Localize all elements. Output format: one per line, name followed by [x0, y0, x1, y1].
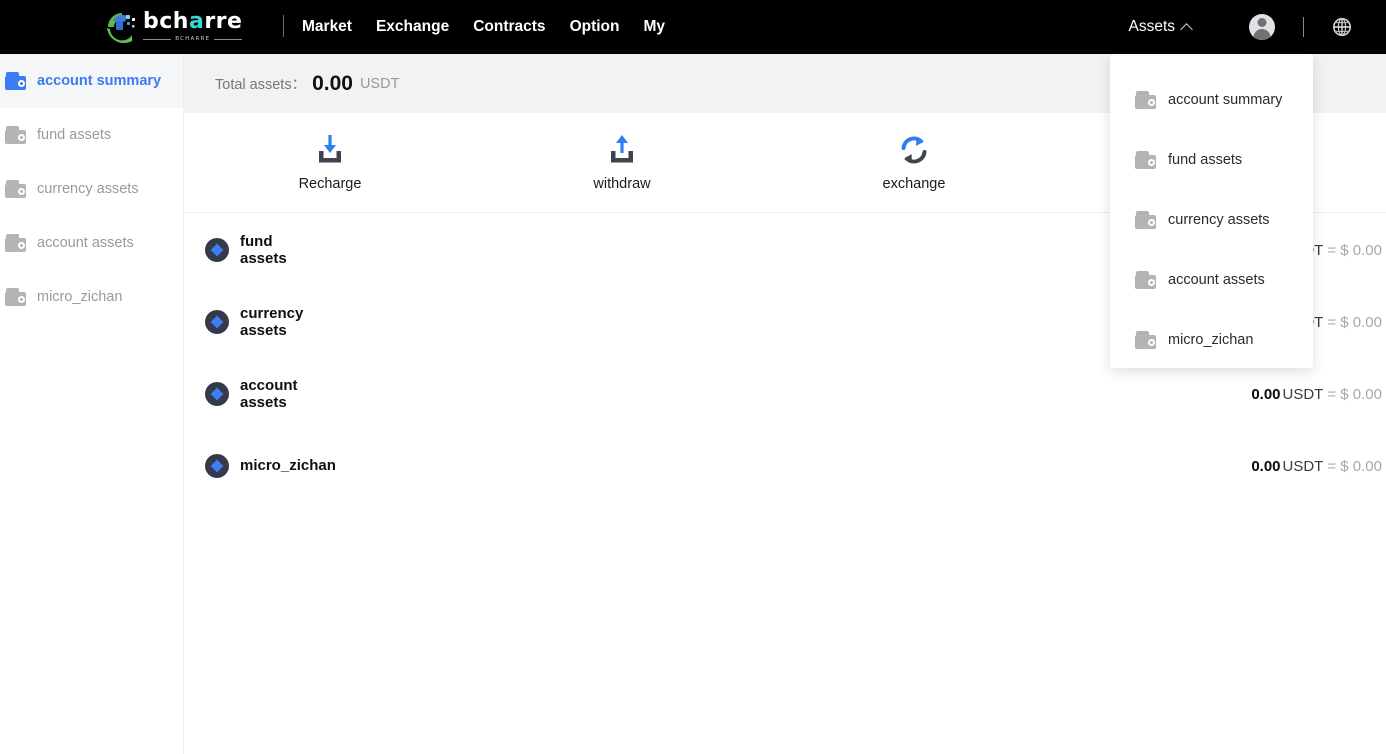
recharge-label: Recharge — [298, 176, 362, 192]
sidebar: account summary fund assets currency ass… — [0, 54, 184, 754]
asset-fiat-value: = $ 0.00 — [1327, 457, 1382, 475]
nav-my[interactable]: My — [644, 18, 666, 36]
avatar-head — [1257, 18, 1267, 27]
sidebar-item-label: account assets — [37, 235, 134, 251]
globe-icon[interactable] — [1332, 17, 1352, 37]
nav-links: Market Exchange Contracts Option My — [302, 0, 665, 54]
exchange-label: exchange — [882, 176, 946, 192]
asset-amount: 0.00 — [1251, 457, 1281, 475]
recharge-button[interactable]: Recharge — [184, 133, 476, 192]
wallet-icon — [1135, 211, 1156, 229]
wallet-icon — [5, 72, 26, 90]
asset-name: micro_zichan — [240, 457, 336, 475]
assets-menu-label: Assets — [1128, 18, 1175, 35]
asset-row-micro-zichan[interactable]: micro_zichan 0.00 USDT = $ 0.00 — [184, 430, 1386, 502]
logo-word-post: rre — [204, 9, 243, 34]
logo-word-pre: bch — [143, 9, 189, 34]
assets-dropdown-menu: account summary fund assets currency ass… — [1110, 54, 1313, 368]
nav-contracts[interactable]: Contracts — [473, 18, 545, 36]
dropdown-item-label: fund assets — [1168, 152, 1243, 168]
sidebar-item-label: micro_zichan — [37, 289, 123, 305]
sidebar-item-fund-assets[interactable]: fund assets — [0, 108, 183, 162]
nav-market[interactable]: Market — [302, 18, 352, 36]
wallet-icon — [1135, 91, 1156, 109]
dropdown-item-label: account assets — [1168, 272, 1265, 288]
asset-name: fund assets — [240, 232, 287, 268]
asset-row-left: account assets — [205, 377, 298, 412]
top-navigation-bar: bcharre BCHARRE Market Exchange Contract… — [0, 0, 1386, 54]
chevron-up-icon — [1180, 22, 1193, 36]
logo-word-accent: a — [188, 9, 205, 34]
wallet-icon — [1135, 151, 1156, 169]
dropdown-item-label: account summary — [1168, 92, 1283, 108]
dropdown-item-account-assets[interactable]: account assets — [1110, 250, 1313, 310]
sidebar-item-label: currency assets — [37, 181, 139, 197]
asset-row-left: fund assets — [205, 233, 314, 268]
dropdown-item-micro-zichan[interactable]: micro_zichan — [1110, 310, 1313, 370]
sidebar-item-label: fund assets — [37, 127, 112, 143]
user-avatar-icon[interactable] — [1249, 14, 1275, 40]
sidebar-item-micro-zichan[interactable]: micro_zichan — [0, 270, 183, 324]
diamond-token-icon — [205, 382, 229, 406]
dropdown-item-label: micro_zichan — [1168, 332, 1254, 348]
asset-fiat-value: = $ 0.00 — [1327, 385, 1382, 403]
diamond-token-icon — [205, 238, 229, 262]
asset-unit: USDT — [1282, 385, 1324, 403]
logo-rule-right — [214, 38, 243, 40]
wallet-icon — [1135, 271, 1156, 289]
wallet-icon — [5, 288, 26, 306]
assets-menu-button[interactable]: Assets — [1128, 18, 1193, 36]
asset-fiat-value: = $ 0.00 — [1327, 313, 1382, 331]
exchange-button[interactable]: exchange — [768, 133, 1060, 192]
nav-divider — [283, 15, 284, 37]
logo-subtitle: BCHARRE — [175, 36, 211, 42]
nav-exchange[interactable]: Exchange — [376, 18, 449, 36]
asset-name: account assets — [240, 376, 298, 412]
sidebar-item-currency-assets[interactable]: currency assets — [0, 162, 183, 216]
sidebar-item-label: account summary — [37, 73, 162, 89]
asset-row-left: currency assets — [205, 305, 303, 340]
logo-mark-icon — [105, 10, 139, 44]
logo-wordmark: bcharre — [143, 11, 242, 33]
wallet-icon — [5, 126, 26, 144]
dropdown-item-label: currency assets — [1168, 212, 1270, 228]
sidebar-item-account-assets[interactable]: account assets — [0, 216, 183, 270]
top-bar-right-group: Assets — [1128, 0, 1386, 54]
exchange-arrows-icon — [897, 133, 931, 167]
dropdown-item-fund-assets[interactable]: fund assets — [1110, 130, 1313, 190]
withdraw-button[interactable]: withdraw — [476, 133, 768, 192]
asset-unit: USDT — [1282, 457, 1324, 475]
logo-subtitle-row: BCHARRE — [143, 36, 243, 42]
asset-row-left: micro_zichan — [205, 454, 336, 478]
wallet-icon — [5, 180, 26, 198]
dropdown-item-currency-assets[interactable]: currency assets — [1110, 190, 1313, 250]
sidebar-item-account-summary[interactable]: account summary — [0, 54, 183, 108]
logo-rule-left — [143, 38, 172, 40]
top-bar-divider — [1303, 17, 1304, 37]
total-assets-label: Total assets： — [215, 77, 307, 93]
avatar-body — [1253, 29, 1271, 40]
total-assets-value: 0.00 — [312, 71, 353, 95]
asset-fiat-value: = $ 0.00 — [1327, 241, 1382, 259]
brand-logo[interactable]: bcharre BCHARRE — [105, 4, 255, 49]
wallet-icon — [1135, 331, 1156, 349]
upload-tray-icon — [605, 133, 639, 167]
withdraw-label: withdraw — [593, 176, 651, 192]
diamond-token-icon — [205, 310, 229, 334]
nav-option[interactable]: Option — [570, 18, 620, 36]
asset-amount: 0.00 — [1251, 385, 1281, 403]
wallet-icon — [5, 234, 26, 252]
diamond-token-icon — [205, 454, 229, 478]
download-tray-icon — [313, 133, 347, 167]
total-assets-unit: USDT — [359, 75, 400, 92]
asset-row-right: 0.00 USDT = $ 0.00 — [1251, 458, 1382, 475]
asset-name: currency assets — [240, 304, 304, 340]
dropdown-item-account-summary[interactable]: account summary — [1110, 70, 1313, 130]
asset-row-right: 0.00 USDT = $ 0.00 — [1251, 386, 1382, 403]
